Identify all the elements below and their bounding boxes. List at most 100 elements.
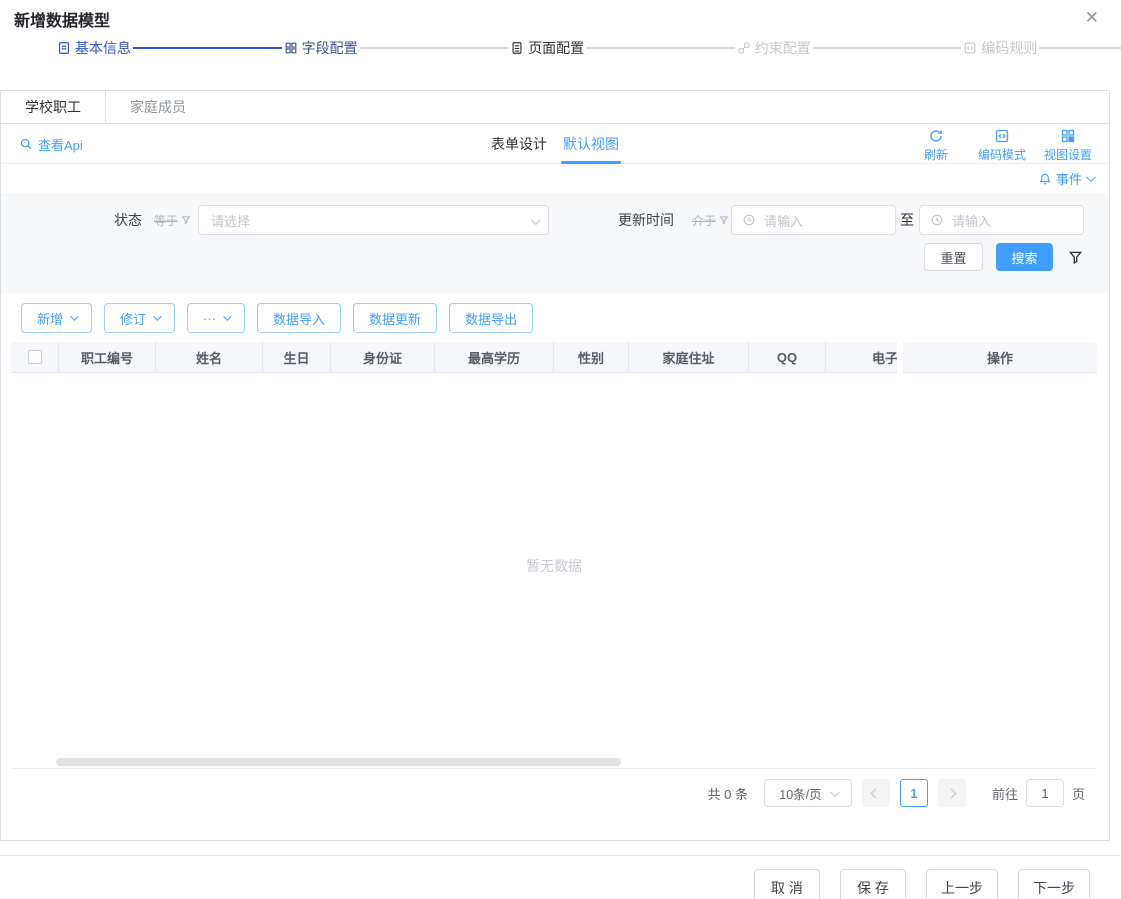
tab-family-members[interactable]: 家庭成员: [106, 91, 210, 124]
horizontal-scrollbar: [11, 757, 1097, 768]
step-connector: [360, 47, 509, 49]
data-update-button[interactable]: 数据更新: [353, 303, 437, 333]
step-connector: [813, 47, 962, 49]
dialog-footer: 取 消 保 存 上一步 下一步: [754, 869, 1090, 899]
page-icon: [510, 41, 524, 55]
step-basic-info[interactable]: 基本信息: [57, 38, 131, 58]
page-size-select[interactable]: 10条/页: [764, 779, 852, 807]
data-table: 职工编号 姓名 生日 身份证 最高学历 性别 家庭住址 QQ 电子邮箱 暂无数据…: [11, 342, 1097, 769]
step-page-config[interactable]: 页面配置: [510, 38, 584, 58]
data-export-button[interactable]: 数据导出: [449, 303, 533, 333]
update-time-start-input[interactable]: 请输入: [731, 205, 896, 235]
link-icon: [737, 41, 751, 55]
chevron-down-icon: [223, 312, 231, 320]
events-row: 事件: [1, 164, 1109, 193]
fields-grid-icon: [284, 41, 298, 55]
clock-icon: [742, 213, 756, 227]
scrollbar-thumb[interactable]: [56, 758, 621, 766]
clock-icon: [930, 213, 944, 227]
step-connector: [586, 47, 735, 49]
events-dropdown[interactable]: 事件: [1038, 169, 1093, 188]
view-settings-button[interactable]: 视图设置: [1035, 128, 1101, 163]
column-header: 最高学历: [435, 342, 554, 372]
goto-label: 前往: [992, 784, 1018, 803]
next-step-button[interactable]: 下一步: [1018, 869, 1090, 899]
search-button[interactable]: 搜索: [996, 243, 1053, 271]
step-code-rule[interactable]: 编码规则: [963, 38, 1037, 58]
status-select[interactable]: 请选择: [198, 205, 549, 235]
view-toolbar: 查看Api 表单设计 默认视图 刷新 编码模式 视图设置: [1, 124, 1109, 164]
empty-placeholder: 暂无数据: [526, 556, 582, 576]
step-constraint-config[interactable]: 约束配置: [737, 38, 811, 58]
toolbar-right-actions: 刷新 编码模式 视图设置: [903, 128, 1101, 163]
code-mode-button[interactable]: 编码模式: [969, 128, 1035, 163]
document-icon: [57, 41, 71, 55]
select-all-cell: [11, 342, 59, 372]
prev-step-button[interactable]: 上一步: [926, 869, 998, 899]
chevron-down-icon: [531, 215, 541, 225]
update-time-end-input[interactable]: 请输入: [919, 205, 1084, 235]
status-filter-label: 状态: [114, 205, 142, 235]
refresh-icon: [928, 128, 944, 144]
search-icon: [19, 137, 33, 151]
page-unit-label: 页: [1072, 784, 1085, 803]
tab-form-design[interactable]: 表单设计: [491, 124, 547, 164]
funnel-icon: [181, 215, 191, 225]
step-label: 基本信息: [75, 38, 131, 58]
tab-school-staff[interactable]: 学校职工: [1, 91, 106, 124]
advanced-filter-button[interactable]: [1068, 250, 1083, 265]
funnel-icon: [719, 215, 729, 225]
filter-buttons: 重置 搜索: [924, 243, 1083, 271]
current-page[interactable]: 1: [900, 779, 928, 807]
footer-divider: [0, 855, 1121, 856]
column-header: 生日: [263, 342, 331, 372]
reset-button[interactable]: 重置: [924, 243, 983, 271]
refresh-button[interactable]: 刷新: [903, 128, 969, 163]
save-button[interactable]: 保 存: [840, 869, 906, 899]
next-page-button[interactable]: [938, 779, 966, 807]
filter-panel: 状态 等于 请选择 更新时间 介于 请输入 至 请输入: [1, 193, 1109, 293]
chevron-down-icon: [1086, 172, 1096, 182]
table-action-row: 新增 修订 ··· 数据导入 数据更新 数据导出: [21, 303, 533, 333]
column-header: QQ: [749, 342, 826, 372]
step-label: 字段配置: [302, 38, 358, 58]
design-view-tabs: 表单设计 默认视图: [491, 124, 619, 164]
step-label: 编码规则: [981, 38, 1037, 58]
pagination: 共 0 条 10条/页 1 前往 页: [1, 778, 1085, 808]
step-field-config[interactable]: 字段配置: [284, 38, 358, 58]
goto-page-input[interactable]: [1026, 779, 1064, 807]
status-operator[interactable]: 等于: [154, 205, 191, 235]
bell-icon: [1038, 172, 1052, 186]
more-actions-button[interactable]: ···: [187, 303, 245, 333]
step-label: 约束配置: [755, 38, 811, 58]
dialog-title: 新增数据模型: [14, 7, 110, 31]
select-all-checkbox[interactable]: [28, 350, 42, 364]
chevron-left-icon: [871, 788, 881, 798]
range-separator: 至: [900, 205, 914, 235]
step-label: 页面配置: [528, 38, 584, 58]
prev-page-button[interactable]: [862, 779, 890, 807]
revise-button[interactable]: 修订: [104, 303, 175, 333]
add-button[interactable]: 新增: [21, 303, 92, 333]
column-header: 家庭住址: [629, 342, 749, 372]
tab-default-view[interactable]: 默认视图: [563, 124, 619, 164]
code-mode-icon: [994, 128, 1010, 144]
update-time-operator[interactable]: 介于: [692, 205, 729, 235]
cancel-button[interactable]: 取 消: [754, 869, 820, 899]
view-settings-icon: [1060, 128, 1076, 144]
model-tabs-bar: 学校职工 家庭成员: [1, 91, 1109, 124]
step-connector: [133, 47, 282, 49]
column-header: 姓名: [156, 342, 263, 372]
chevron-down-icon: [70, 312, 78, 320]
chevron-down-icon: [153, 312, 161, 320]
chevron-down-icon: [830, 787, 840, 797]
view-api-link[interactable]: 查看Api: [19, 124, 83, 164]
step-wizard: 基本信息 字段配置 页面配置 约束配置 编码规则: [0, 36, 1121, 60]
data-import-button[interactable]: 数据导入: [257, 303, 341, 333]
chevron-right-icon: [947, 788, 957, 798]
column-header: 性别: [554, 342, 629, 372]
close-icon[interactable]: ✕: [1085, 9, 1099, 26]
funnel-icon: [1068, 250, 1083, 265]
step-connector: [1039, 47, 1121, 49]
column-header: 身份证: [331, 342, 435, 372]
